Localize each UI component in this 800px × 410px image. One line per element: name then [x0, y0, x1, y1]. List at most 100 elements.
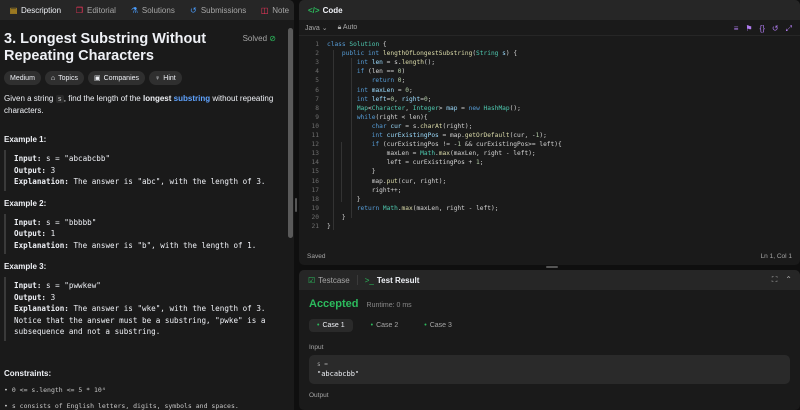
problem-content: 3. Longest Substring Without Repeating C… — [0, 20, 288, 410]
input-value-box: s = "abcabcbb" — [309, 355, 790, 384]
verdict: Accepted — [309, 298, 359, 310]
history-icon: ↺ — [189, 5, 197, 15]
case-tab-1[interactable]: • Case 1 — [309, 319, 353, 332]
code-line[interactable]: return Math.max(maxLen, right - left); — [327, 205, 499, 212]
line-number: 5 — [315, 77, 319, 85]
code-line[interactable]: } — [327, 168, 376, 175]
line-number: 7 — [315, 95, 319, 103]
code-line[interactable]: char cur = s.charAt(right); — [327, 123, 473, 130]
code-line[interactable]: int curExistingPos = map.getOrDefault(cu… — [327, 132, 547, 139]
line-number: 10 — [311, 122, 319, 130]
note-icon: ◫ — [260, 5, 269, 15]
editor-toolbar: Java ⌄ 🔒︎ Auto — [299, 20, 800, 36]
line-number: 14 — [311, 159, 319, 167]
code-icon: </> — [308, 5, 320, 15]
check-circle-icon: ⊘ — [269, 34, 276, 43]
tab-editorial[interactable]: ❐ Editorial — [70, 2, 121, 18]
code-line[interactable]: if (len == 0) — [327, 68, 405, 75]
example-block: Example 3: Input: s = "pwwkew" Output: 3… — [4, 262, 284, 341]
code-line[interactable]: maxLen = Math.max(maxLen, right - left); — [327, 150, 536, 157]
tab-test-result[interactable]: >_ Test Result — [360, 272, 425, 288]
code-line[interactable]: return 0; — [327, 77, 406, 84]
constraint-item: • 0 <= s.length <= 5 * 10⁴ — [4, 385, 106, 394]
problem-description: Given a string s, find the length of the… — [4, 94, 274, 115]
line-number: 9 — [315, 113, 319, 121]
code-tabbar: </> Code — [299, 0, 800, 20]
line-number: 12 — [311, 141, 319, 149]
example-body: Input: s = "abcabcbb" Output: 3 Explanat… — [4, 150, 284, 191]
line-number: 19 — [311, 204, 319, 212]
problem-panel: ▤ Description ❐ Editorial ⚗ Solutions ↺ Subm… — [0, 0, 294, 410]
runtime: Runtime: 0 ms — [366, 302, 412, 309]
lightbulb-icon: ♀ — [155, 74, 161, 82]
bookmark-icon[interactable]: ⚑ — [745, 24, 752, 34]
solved-badge: Solved ⊘ — [242, 34, 276, 43]
code-line[interactable]: class Solution { — [327, 41, 387, 48]
topics-chip[interactable]: ⌂ Topics — [44, 71, 84, 85]
code-line[interactable]: int len = s.length(); — [327, 59, 435, 66]
tab-description[interactable]: ▤ Description — [4, 2, 66, 18]
tab-note[interactable]: ◫Note✕ — [255, 2, 294, 18]
case-tab-2[interactable]: • Case 2 — [363, 319, 407, 332]
reset-icon[interactable]: ↺ — [772, 24, 779, 34]
line-number: 20 — [311, 213, 319, 221]
example-heading: Example 3: — [4, 262, 47, 271]
substring-link[interactable]: substring — [174, 94, 210, 103]
result-tabbar: ☑ Testcase >_ Test Result ⛶ ⌃ — [299, 270, 800, 290]
code-editor[interactable]: 1 class Solution {2 public int lengthOfLo… — [299, 38, 800, 243]
fullscreen-icon[interactable]: ⤢ — [786, 24, 792, 34]
line-number: 6 — [315, 86, 319, 94]
code-line[interactable]: right++; — [327, 187, 402, 194]
terminal-icon: >_ — [364, 275, 374, 285]
line-number: 13 — [311, 150, 319, 158]
case-tab-3[interactable]: • Case 3 — [416, 319, 460, 332]
case-tabs: • Case 1 • Case 2 • Case 3 — [309, 319, 790, 332]
tab-submissions[interactable]: ↺ Submissions — [184, 2, 251, 18]
braces-icon[interactable]: {} — [760, 24, 765, 34]
input-label: Input — [309, 344, 324, 351]
tab-solutions[interactable]: ⚗ Solutions — [125, 2, 180, 18]
code-line[interactable]: } — [327, 223, 331, 230]
constraints-section: Constraints: • 0 <= s.length <= 5 * 10⁴ … — [4, 369, 284, 410]
code-panel: </> Code Java ⌄ 🔒︎ Auto ≡ ⚑ {} ↺ ⤢ 1 class… — [299, 0, 800, 265]
verdict-row: Accepted Runtime: 0 ms — [309, 298, 790, 310]
problem-title: 3. Longest Substring Without Repeating C… — [4, 31, 207, 64]
code-line[interactable]: while(right < len){ — [327, 114, 428, 121]
collapse-icon[interactable]: ⌃ — [785, 275, 792, 285]
code-line[interactable]: } — [327, 196, 361, 203]
line-number: 2 — [315, 50, 319, 58]
flask-icon: ⚗ — [130, 5, 138, 15]
difficulty-chip[interactable]: Medium — [4, 71, 41, 85]
hint-chip[interactable]: ♀ Hint — [149, 71, 182, 85]
autosave-toggle[interactable]: 🔒︎ Auto — [338, 24, 358, 32]
line-number: 4 — [315, 68, 319, 76]
code-line[interactable]: } — [327, 214, 346, 221]
example-heading: Example 1: — [4, 135, 47, 144]
line-number: 3 — [315, 59, 319, 67]
code-line[interactable]: int maxLen = 0; — [327, 87, 413, 94]
line-number: 17 — [311, 186, 319, 194]
companies-chip[interactable]: ▣ Companies — [87, 71, 146, 85]
save-status: Saved — [307, 252, 326, 260]
expand-icon[interactable]: ⛶ — [772, 275, 778, 285]
language-select[interactable]: Java ⌄ — [305, 24, 328, 32]
tag-icon: ⌂ — [50, 74, 56, 82]
vertical-resize-handle[interactable] — [295, 198, 297, 212]
code-line[interactable]: left = curExistingPos + 1; — [327, 159, 484, 166]
code-line[interactable]: map.put(cur, right); — [327, 178, 447, 185]
tab-testcase[interactable]: ☑ Testcase — [303, 272, 355, 288]
format-icon[interactable]: ≡ — [734, 24, 739, 34]
lock-icon: ▣ — [93, 75, 101, 82]
example-body: Input: s = "bbbbb" Output: 1 Explanation… — [4, 213, 284, 254]
horizontal-resize-handle[interactable] — [546, 266, 558, 268]
input-value: "abcabcbb" — [317, 370, 360, 378]
line-number: 8 — [315, 104, 319, 112]
problem-scrollbar[interactable] — [288, 28, 293, 238]
code-line[interactable]: public int lengthOfLongestSubstring(Stri… — [327, 50, 517, 57]
tab-code[interactable]: </> Code — [303, 2, 348, 18]
code-line[interactable]: if (curExistingPos != -1 && curExistingP… — [327, 141, 562, 148]
code-line[interactable]: Map<Character, Integer> map = new HashMa… — [327, 105, 521, 112]
line-number: 21 — [311, 223, 319, 230]
checkbox-icon: ☑ — [308, 275, 316, 285]
code-line[interactable]: int left=0, right=0; — [327, 96, 432, 103]
